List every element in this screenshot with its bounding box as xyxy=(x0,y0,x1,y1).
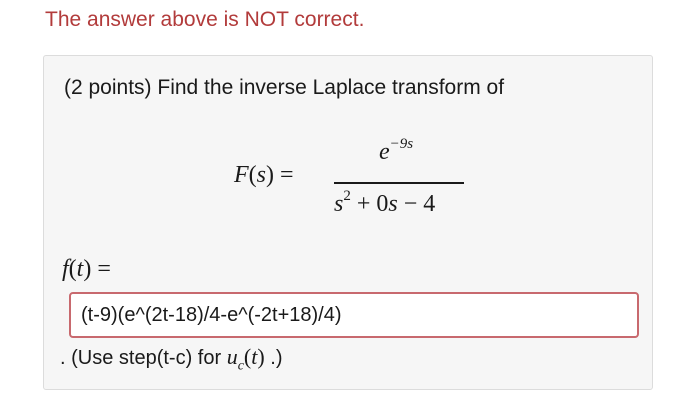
problem-prompt: (2 points) Find the inverse Laplace tran… xyxy=(64,76,505,99)
step-function-hint: . (Use step(t-c) for uc(t) .) xyxy=(60,344,283,374)
laplace-equation: F(s) = e−9s s2 + 0s − 4 xyxy=(234,136,474,236)
equation-fraction: e−9s s2 + 0s − 4 xyxy=(334,136,464,226)
fraction-bar xyxy=(334,182,464,184)
problem-card: (2 points) Find the inverse Laplace tran… xyxy=(43,55,653,390)
equation-lhs: F(s) = xyxy=(234,162,294,188)
feedback-message: The answer above is NOT correct. xyxy=(45,8,365,31)
answer-input[interactable] xyxy=(69,292,639,338)
equation-numerator: e−9s xyxy=(379,136,414,165)
answer-label: f(t) = xyxy=(62,256,111,282)
equation-denominator: s2 + 0s − 4 xyxy=(334,188,436,217)
